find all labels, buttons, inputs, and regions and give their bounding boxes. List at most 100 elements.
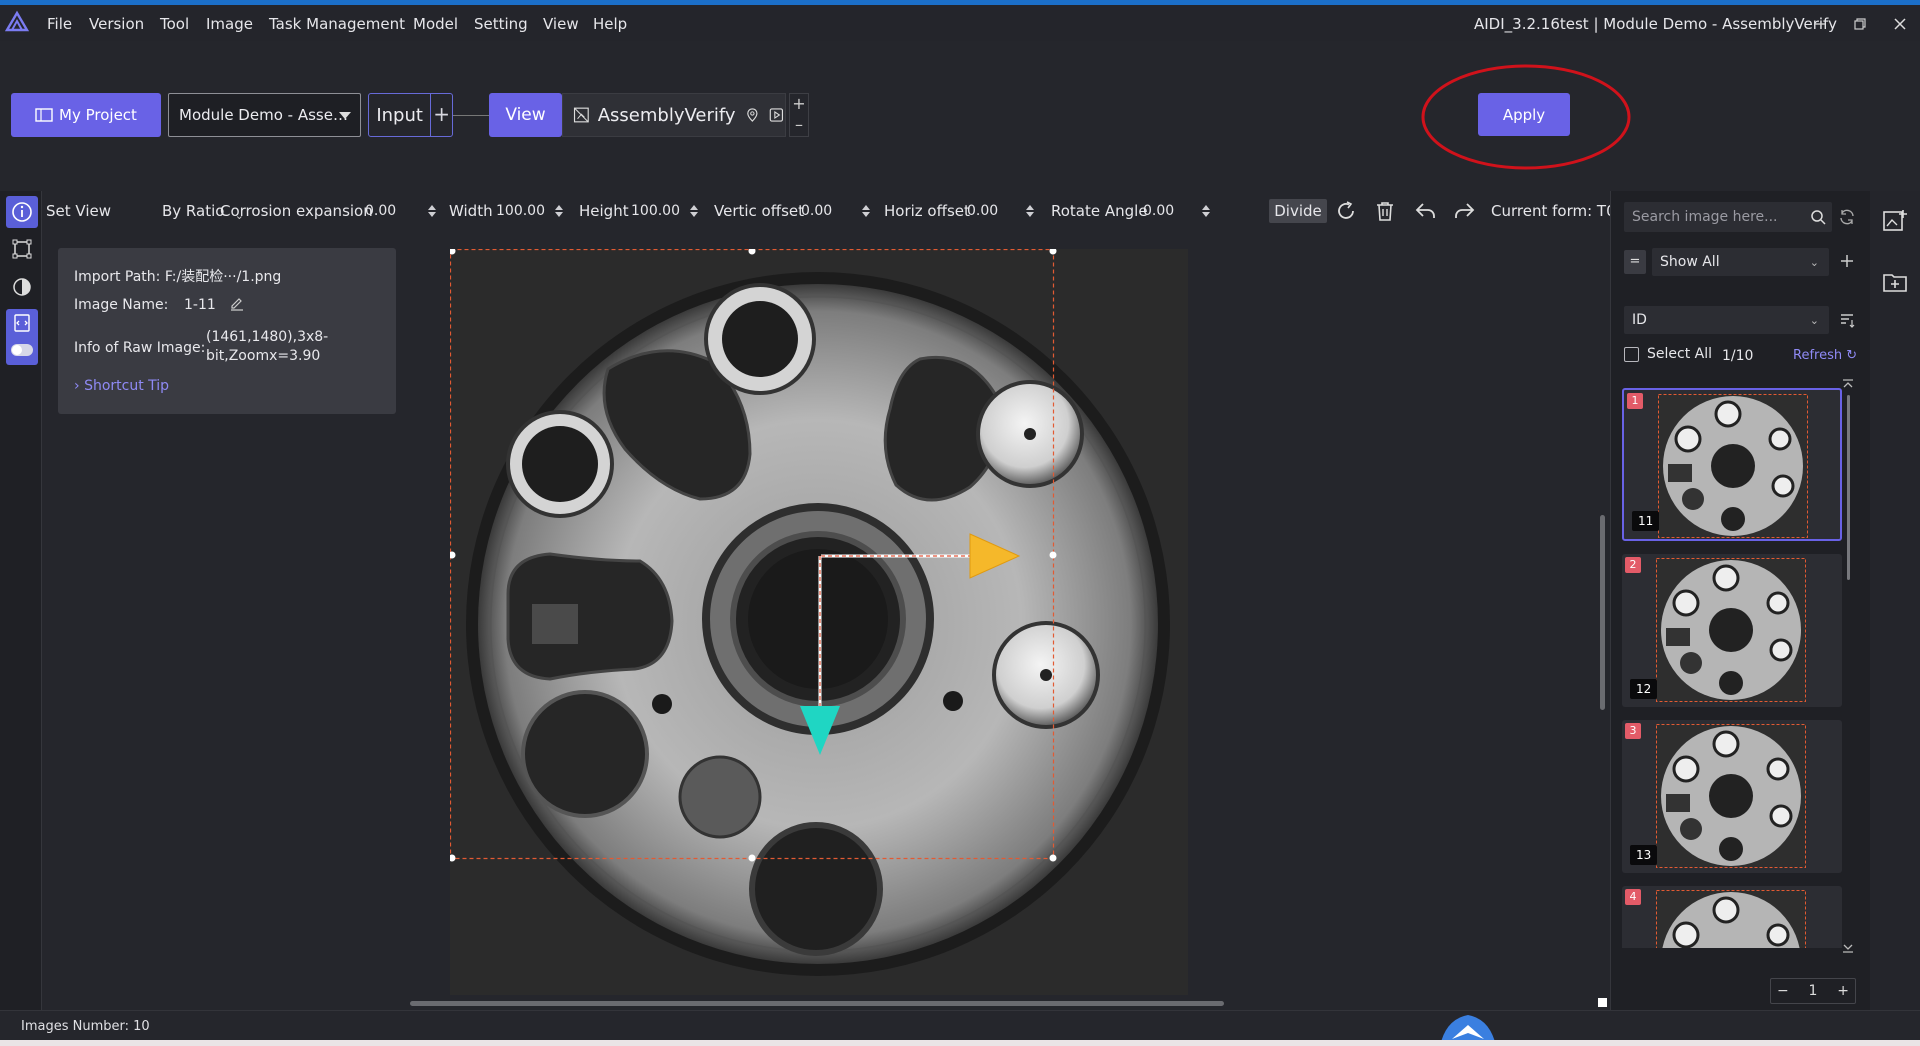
width-stepper[interactable]: 100.00 [496,199,564,223]
menu-bar: File Version Tool Image Task Management … [0,5,1920,41]
filter-select-value: Show All [1660,254,1720,270]
add-input-button[interactable]: + [430,94,452,136]
view-node[interactable]: View [489,93,562,137]
stepper-arrows-icon[interactable] [1025,205,1035,217]
thumbnail-item[interactable]: 3 13 [1622,720,1842,873]
add-filter-icon[interactable] [1838,252,1856,270]
play-icon[interactable] [768,104,785,126]
shortcut-tip-link[interactable]: › Shortcut Tip [74,378,169,394]
location-pin-icon[interactable] [744,104,761,126]
info-icon [12,202,32,222]
page-prev-button[interactable]: − [1777,983,1789,999]
menu-view[interactable]: View [543,15,579,33]
raw-info-value-line1: (1461,1480),3x8- [206,329,329,345]
thumbnail-item[interactable]: 1 11 [1622,388,1842,541]
rotate-angle-stepper[interactable]: 0.00 [1143,199,1211,223]
stepper-arrows-icon[interactable] [554,205,564,217]
horiz-offset-stepper[interactable]: 0.00 [967,199,1035,223]
part-photo [450,249,1188,995]
divide-button[interactable]: Divide [1269,199,1327,223]
thumbnail-index: 1 [1627,393,1643,409]
my-project-button[interactable]: My Project [11,93,161,137]
thumbnail-item[interactable]: 4 [1622,886,1842,948]
stepper-arrows-icon[interactable] [427,205,437,217]
menu-version[interactable]: Version [89,15,144,33]
height-label: Height [579,202,629,220]
toggle-switch-icon[interactable] [10,343,34,357]
select-all-checkbox[interactable]: Select All [1624,346,1712,362]
bottom-edge [0,1040,1920,1046]
crop-tool-button[interactable] [6,233,38,265]
close-icon [1894,18,1906,30]
my-project-label: My Project [59,106,137,124]
canvas-horizontal-scrollbar[interactable] [410,1001,1224,1006]
input-node-label: Input [376,104,423,126]
vertic-offset-value: 0.00 [801,203,833,219]
app-logo-icon [4,10,30,32]
menu-task-management[interactable]: Task Management [269,15,405,33]
add-folder-icon[interactable] [1881,268,1909,296]
rotate-angle-label: Rotate Angle [1051,202,1148,220]
thumbnail-label: 11 [1632,511,1660,531]
thumbnail-list: 1 11 2 12 3 13 4 [1622,386,1844,948]
menu-model[interactable]: Model [413,15,458,33]
select-all-label: Select All [1647,346,1712,362]
page-number[interactable]: 1 [1809,983,1818,999]
corrosion-stepper[interactable]: 0.00 [365,199,437,223]
module-node-assemblyverify[interactable]: AssemblyVerify [562,93,786,137]
redo-icon[interactable] [1452,199,1476,223]
sort-order-icon[interactable] [1838,311,1856,329]
stepper-arrows-icon[interactable] [861,205,871,217]
image-name-value: 1-11 [184,297,216,313]
corrosion-label: Corrosion expansion [220,202,373,220]
filter-select[interactable]: Show All ⌄ [1652,248,1829,276]
horiz-offset-value: 0.00 [967,203,999,219]
close-window-button[interactable] [1888,13,1912,35]
stepper-arrows-icon[interactable] [689,205,699,217]
thumbnail-image [1656,890,1806,948]
refresh-link[interactable]: Refresh ↻ [1793,348,1857,363]
corrosion-value: 0.00 [365,203,397,219]
thumbnail-image [1658,394,1808,538]
minimize-button[interactable] [1808,13,1832,35]
thumbnail-item[interactable]: 2 12 [1622,554,1842,707]
node-expand-button[interactable]: + [790,94,808,115]
page-next-button[interactable]: + [1837,983,1849,999]
status-bar [0,1010,1920,1040]
height-stepper[interactable]: 100.00 [631,199,699,223]
contrast-tool-button[interactable] [6,271,38,303]
stepper-arrows-icon[interactable] [1201,205,1211,217]
page-stepper: − 1 + [1770,978,1856,1004]
menu-tool[interactable]: Tool [160,15,189,33]
vertic-offset-stepper[interactable]: 0.00 [801,199,871,223]
raw-info-value-line2: bit,Zoomx=3.90 [206,348,321,364]
undo-icon[interactable] [1414,199,1438,223]
delete-icon[interactable] [1373,199,1397,223]
refresh-label: Refresh [1793,348,1843,363]
info-tool-button[interactable] [6,196,38,228]
edit-icon[interactable] [229,296,245,312]
input-node[interactable]: Input + [368,93,453,137]
inspection-image[interactable] [450,249,1188,995]
menu-help[interactable]: Help [593,15,627,33]
chevron-down-icon: ⌄ [1809,256,1819,269]
sort-select[interactable]: ID ⌄ [1624,306,1829,334]
menu-file[interactable]: File [47,15,72,33]
filter-operator[interactable]: = [1624,250,1646,274]
sync-icon[interactable] [1837,207,1857,227]
menu-setting[interactable]: Setting [474,15,528,33]
node-collapse-button[interactable]: – [790,115,808,136]
add-image-icon[interactable] [1881,207,1909,235]
thumbnail-scrollbar[interactable] [1847,395,1850,580]
search-icon[interactable] [1810,209,1826,225]
image-search-box[interactable] [1624,202,1832,232]
project-select[interactable]: Module Demo - Asse… [168,93,361,137]
view-tool-group[interactable] [6,309,38,365]
canvas-vertical-scrollbar[interactable] [1600,515,1605,710]
menu-image[interactable]: Image [206,15,253,33]
restore-button[interactable] [1848,13,1872,35]
thumbnail-index: 2 [1625,557,1641,573]
rotate-icon[interactable] [1334,199,1358,223]
image-search-input[interactable] [1632,206,1802,228]
thumbnail-label: 13 [1630,845,1658,865]
